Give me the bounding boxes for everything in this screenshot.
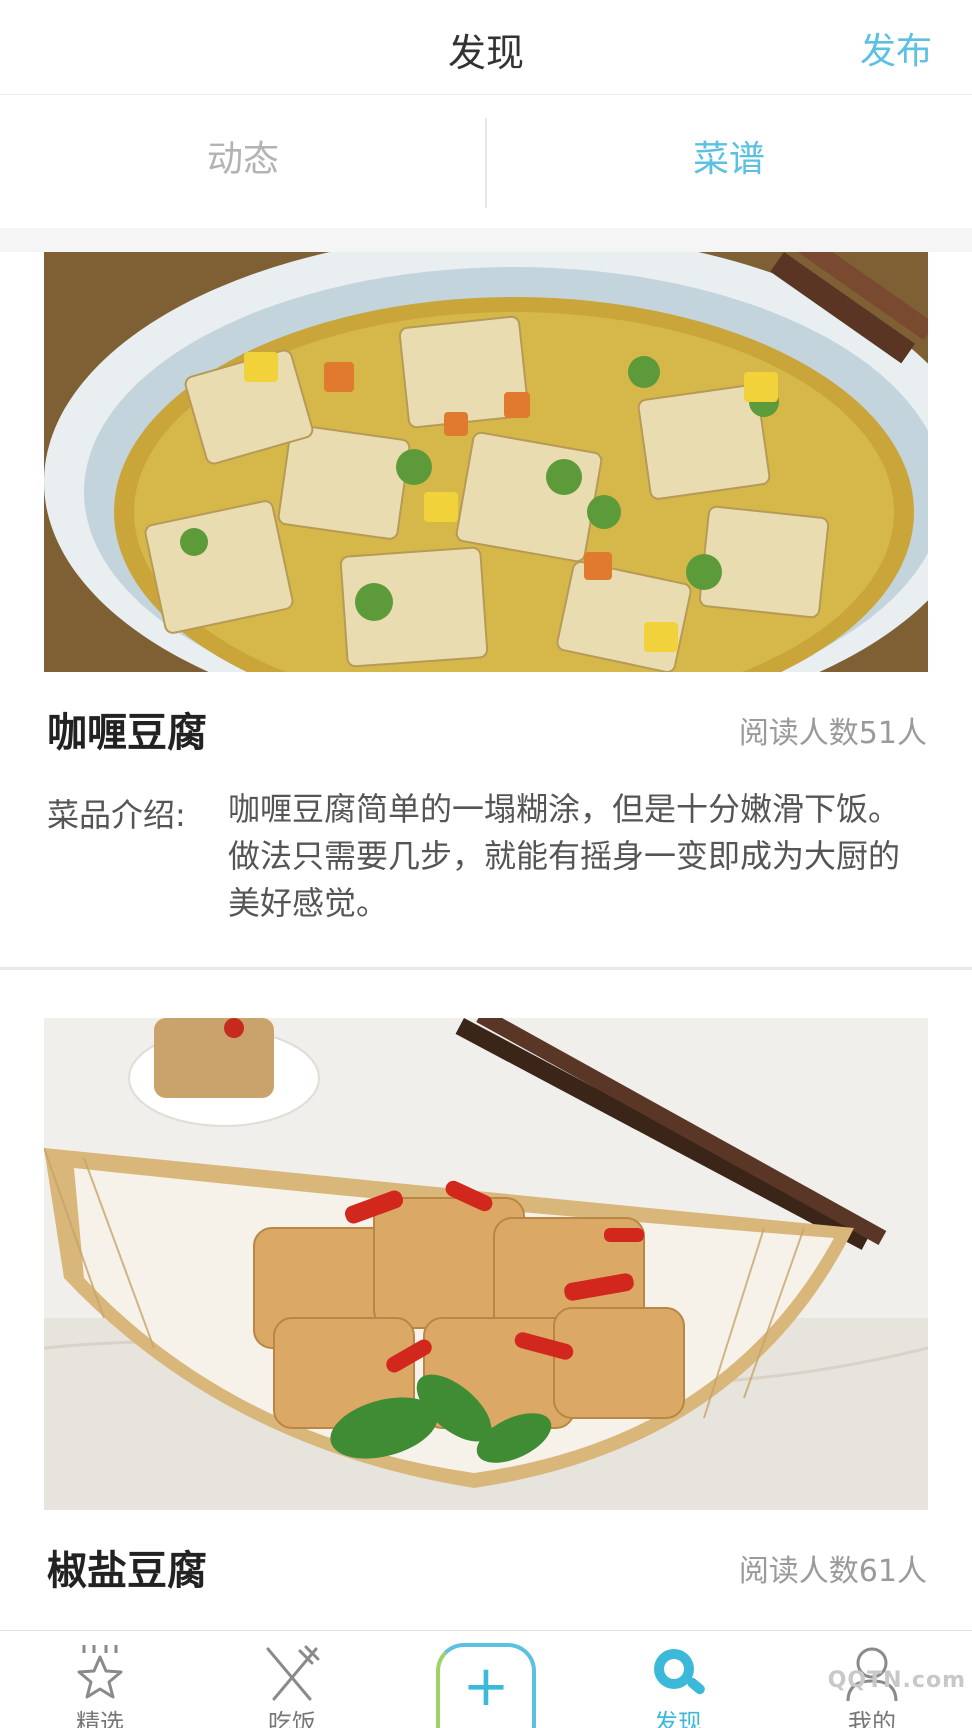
nav-label: 发现 bbox=[654, 1709, 702, 1728]
nav-item-discover[interactable]: 发现 bbox=[618, 1631, 738, 1728]
tab-feed[interactable]: 动态 bbox=[0, 96, 486, 228]
star-icon bbox=[77, 1645, 123, 1699]
recipe-image-salt-pepper-tofu[interactable] bbox=[44, 1018, 928, 1510]
nav-label: 吃饭 bbox=[268, 1709, 316, 1728]
tab-bar: 动态 菜谱 bbox=[0, 96, 972, 323]
read-count: 阅读人数61人 bbox=[738, 1554, 927, 1589]
nav-label: 我的 bbox=[848, 1709, 896, 1728]
nav-label: 精选 bbox=[76, 1709, 124, 1728]
recipe-title[interactable]: 椒盐豆腐 bbox=[47, 1538, 207, 1596]
publish-button[interactable]: 发布 bbox=[860, 22, 932, 74]
fork-knife-icon bbox=[266, 1645, 320, 1701]
recipe-image-curry-tofu[interactable] bbox=[44, 252, 928, 672]
plus-icon: + bbox=[462, 1654, 510, 1719]
curry-tofu-photo bbox=[44, 252, 928, 672]
recipe-title[interactable]: 咖喱豆腐 bbox=[47, 700, 207, 758]
app-root: 发现 发布 动态 菜谱 咖喱豆腐 阅读人数51人 菜品介绍: 咖喱豆腐简单的一塌… bbox=[0, 0, 972, 1728]
nav-item-featured[interactable]: 精选 bbox=[40, 1631, 160, 1728]
read-count: 阅读人数51人 bbox=[738, 716, 927, 751]
watermark: QQTN.com bbox=[827, 1668, 966, 1693]
bottom-nav: 精选 吃饭 + 发现 我的 bbox=[0, 1630, 972, 1728]
search-icon bbox=[654, 1649, 705, 1695]
recipe-card[interactable]: 椒盐豆腐 阅读人数61人 bbox=[0, 1018, 972, 1630]
salt-pepper-tofu-photo bbox=[44, 1018, 928, 1510]
section-gap bbox=[0, 228, 972, 252]
recipe-card[interactable]: 咖喱豆腐 阅读人数51人 菜品介绍: 咖喱豆腐简单的一塌糊涂，但是十分嫩滑下饭。… bbox=[0, 252, 972, 970]
app-header: 发现 发布 bbox=[0, 0, 972, 95]
intro-text: 咖喱豆腐简单的一塌糊涂，但是十分嫩滑下饭。做法只需要几步，就能有摇身一变即成为大… bbox=[228, 790, 901, 922]
page-title: 发现 bbox=[447, 31, 524, 75]
nav-item-eat[interactable]: 吃饭 bbox=[232, 1631, 352, 1728]
intro-label: 菜品介绍: bbox=[47, 796, 186, 834]
add-button[interactable]: + bbox=[436, 1643, 536, 1728]
tab-recipes[interactable]: 菜谱 bbox=[486, 96, 972, 228]
